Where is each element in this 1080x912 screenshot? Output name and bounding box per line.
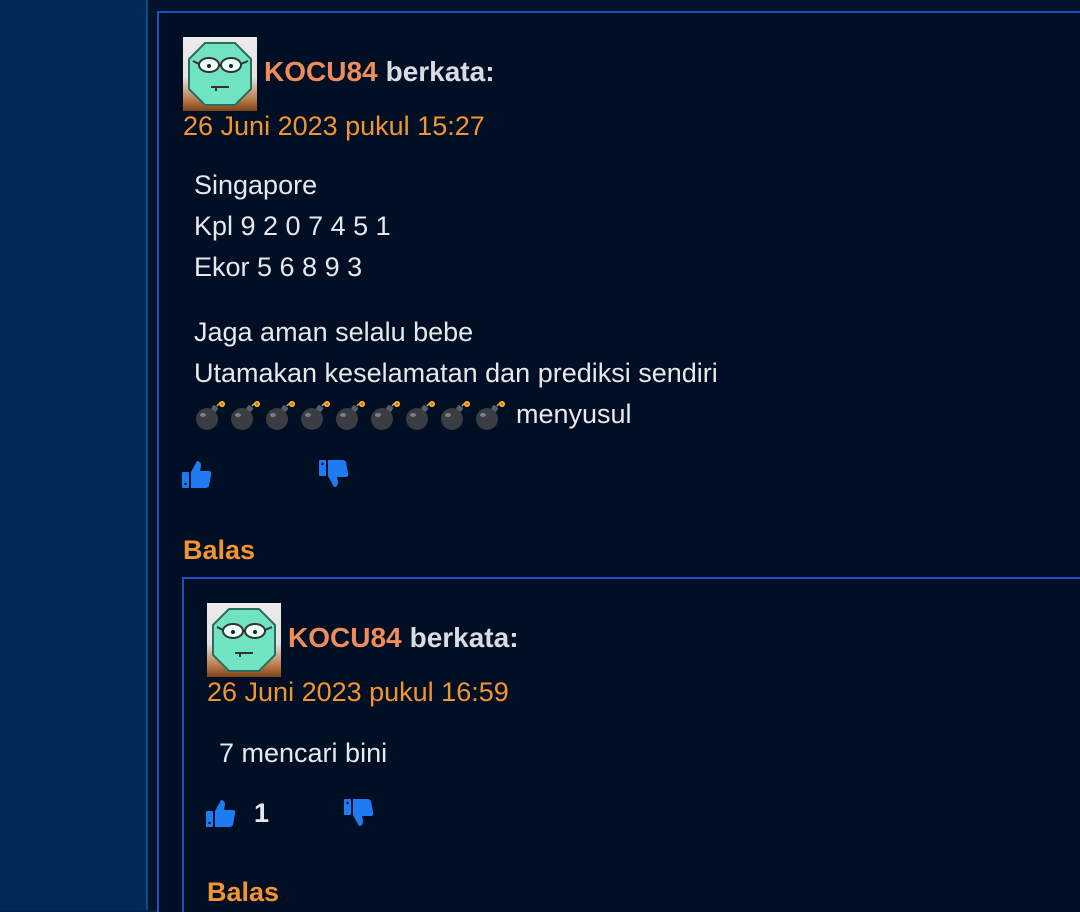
thumbs-up-icon[interactable] [205, 797, 237, 829]
avatar[interactable] [183, 37, 257, 111]
like-count: 1 [254, 798, 270, 828]
says-label: berkata: [409, 622, 519, 653]
comment-body: 7 mencari bini [219, 733, 387, 774]
thumbs-down-icon[interactable] [343, 797, 375, 829]
bomb-emoji [336, 400, 365, 430]
body-line: Ekor 5 6 8 9 3 [194, 252, 363, 282]
comment-header: KOCU84 berkata: [264, 56, 495, 88]
author-name[interactable]: KOCU84 [288, 622, 402, 653]
body-line: Jaga aman selalu bebe [194, 317, 474, 347]
bomb-emoji [406, 400, 435, 430]
bomb-line: menyusul [194, 394, 718, 435]
bomb-emoji [476, 400, 505, 430]
reply-link[interactable]: Balas [207, 877, 279, 908]
bomb-emoji [231, 400, 260, 430]
bomb-emoji [266, 400, 295, 430]
bomb-emoji [196, 400, 225, 430]
body-line: 7 mencari bini [219, 738, 388, 768]
author-name[interactable]: KOCU84 [264, 56, 378, 87]
reply-link[interactable]: Balas [183, 535, 255, 566]
bomb-suffix: menyusul [516, 399, 632, 429]
bomb-emojis [194, 400, 506, 432]
comment-date[interactable]: 26 Juni 2023 pukul 16:59 [207, 677, 509, 708]
says-label: berkata: [385, 56, 495, 87]
comment-header: KOCU84 berkata: [288, 622, 519, 654]
thumbs-down-icon[interactable] [318, 458, 350, 490]
bomb-emoji [301, 400, 330, 430]
bomb-emoji [371, 400, 400, 430]
comment-body: Singapore Kpl 9 2 0 7 4 5 1 Ekor 5 6 8 9… [194, 165, 718, 435]
left-rail [0, 0, 146, 910]
comment-date[interactable]: 26 Juni 2023 pukul 15:27 [183, 111, 485, 142]
bomb-emoji [441, 400, 470, 430]
body-line: Singapore [194, 170, 318, 200]
body-line: Kpl 9 2 0 7 4 5 1 [194, 211, 391, 241]
body-line: Utamakan keselamatan dan prediksi sendir… [194, 358, 718, 388]
avatar[interactable] [207, 603, 281, 677]
thumbs-up-icon[interactable] [181, 458, 213, 490]
